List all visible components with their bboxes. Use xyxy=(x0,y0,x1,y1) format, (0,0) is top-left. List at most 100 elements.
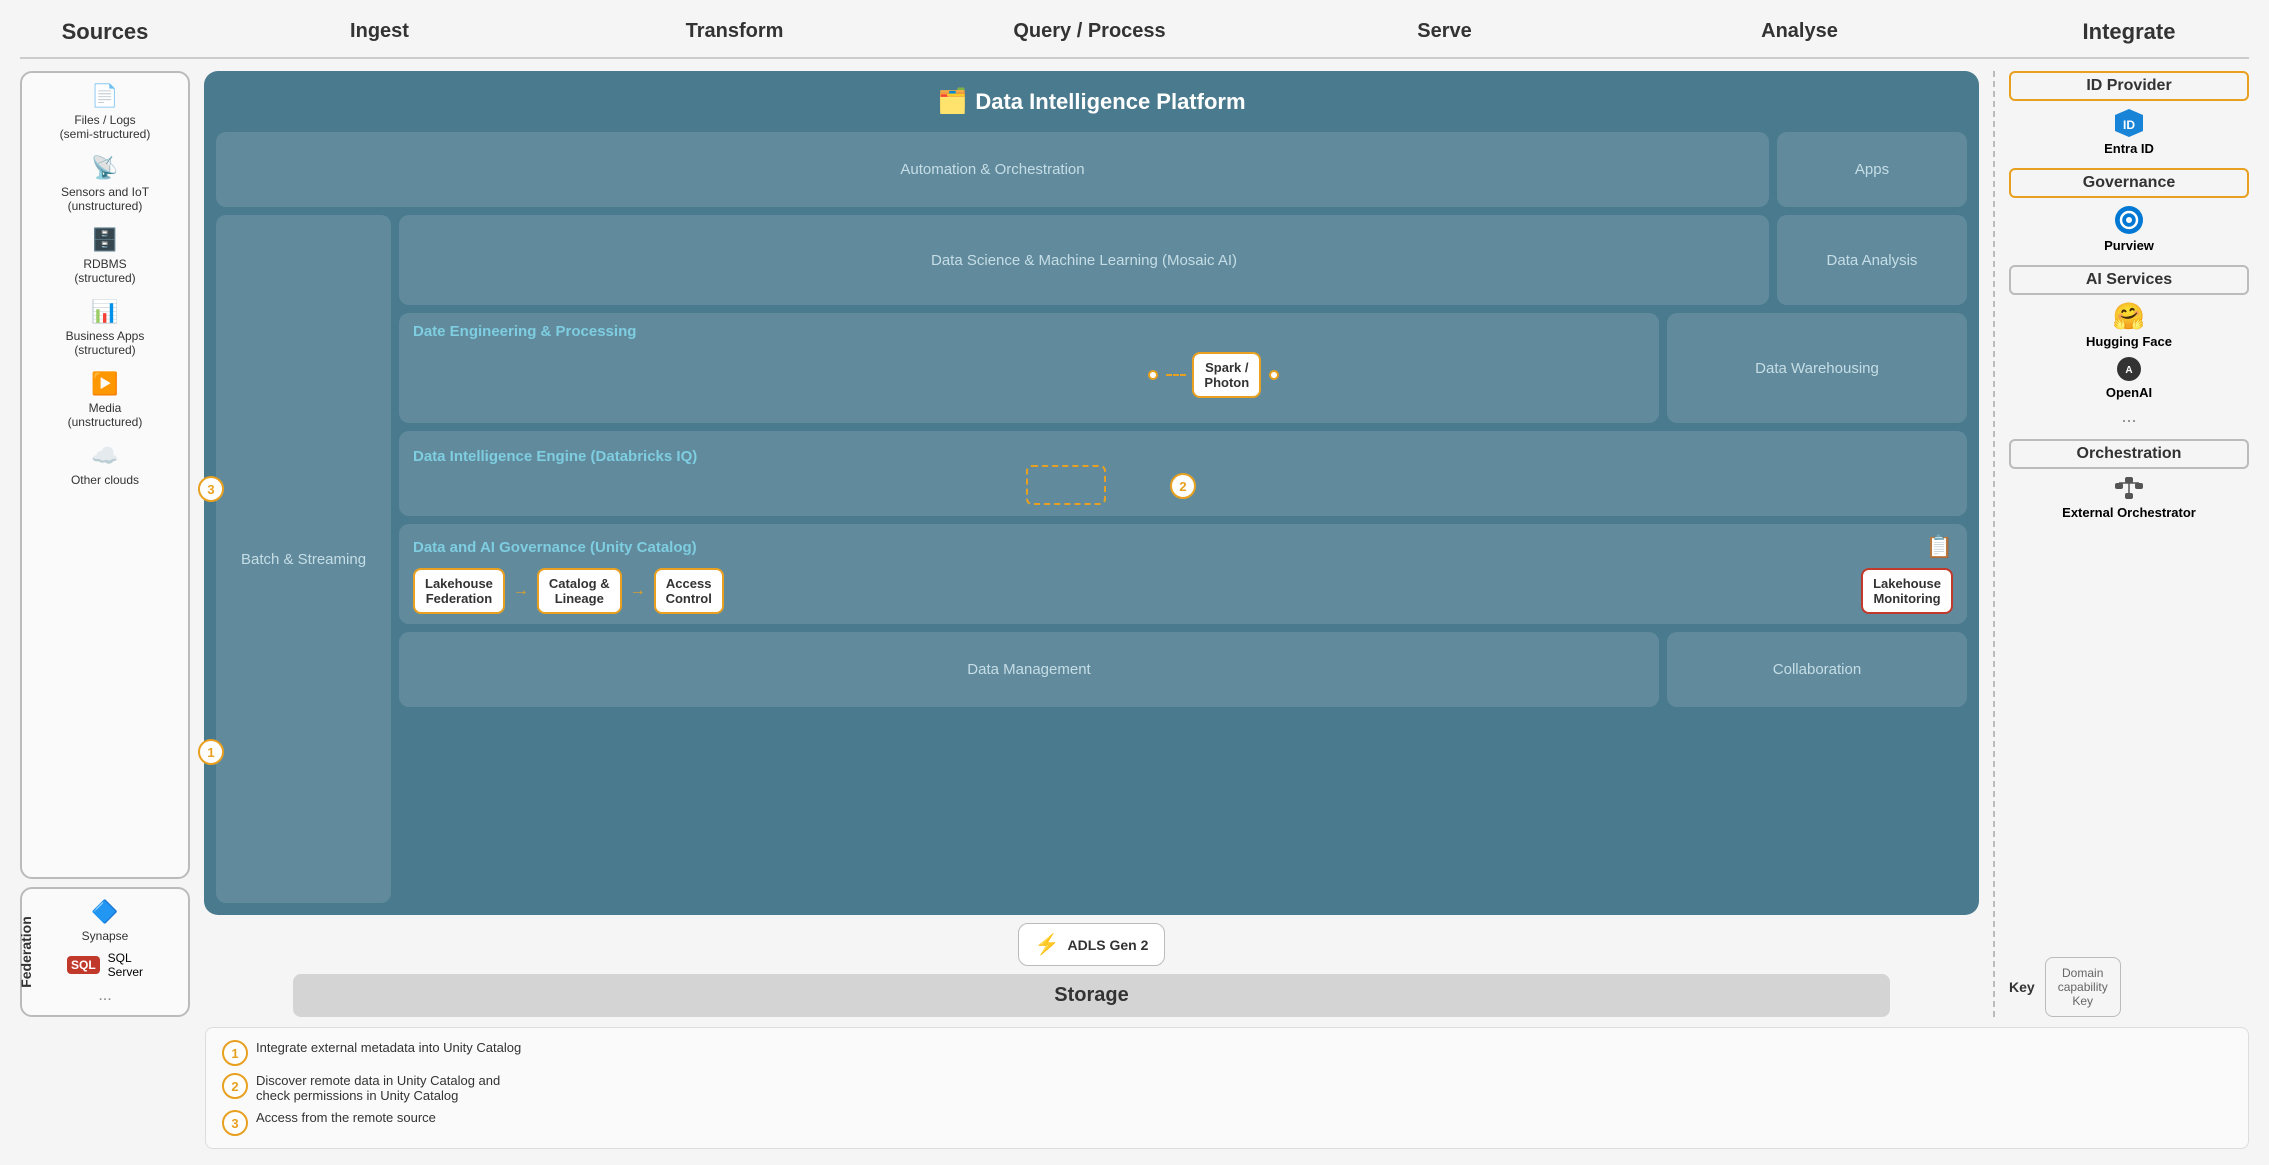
query-header: Query / Process xyxy=(912,16,1267,47)
gov-arrow-1: → xyxy=(513,582,529,600)
synapse-item: 🔷 Synapse xyxy=(82,899,129,943)
legend-item-2: 2 Discover remote data in Unity Catalog … xyxy=(222,1073,2232,1103)
purview-item: Purview xyxy=(2104,204,2154,253)
lakehouse-federation-tag: Lakehouse Federation xyxy=(413,568,505,614)
id-provider-group: ID Provider ID Entra ID xyxy=(2009,71,2249,156)
governance-outer-cell: Data and AI Governance (Unity Catalog) 📋… xyxy=(399,524,1967,624)
conn-dot-right xyxy=(1269,370,1279,380)
access-control-tag: Access Control xyxy=(654,568,724,614)
governance-icon: 📋 xyxy=(1926,534,1953,560)
platform-teal-box: 🗂️ Data Intelligence Platform Automation… xyxy=(204,71,1979,915)
row-data-mgmt: Data Management Collaboration xyxy=(399,632,1967,707)
spark-row: Spark / Photon xyxy=(1146,352,1281,398)
integrate-panel: ID Provider ID Entra ID Governance xyxy=(2009,71,2249,1017)
governance-integrate-label: Governance xyxy=(2009,168,2249,198)
number-1-badge: 1 xyxy=(198,739,224,765)
synapse-icon: 🔷 xyxy=(91,899,118,925)
business-apps-icon: 📊 xyxy=(91,299,118,325)
conn-dot-left xyxy=(1148,370,1158,380)
orchestration-label: Orchestration xyxy=(2009,439,2249,469)
svg-text:ID: ID xyxy=(2123,118,2135,132)
legend-num-3: 3 xyxy=(222,1110,248,1136)
data-warehousing-cell: Data Warehousing xyxy=(1667,313,1967,423)
legend-num-1: 1 xyxy=(222,1040,248,1066)
hugging-face-icon: 🤗 xyxy=(2113,301,2145,332)
automation-cell: Automation & Orchestration xyxy=(216,132,1769,207)
id-provider-label: ID Provider xyxy=(2009,71,2249,101)
source-sensors-iot: 📡 Sensors and IoT(unstructured) xyxy=(61,155,149,213)
data-management-cell: Data Management xyxy=(399,632,1659,707)
orchestration-group: Orchestration External Orchestrator xyxy=(2009,439,2249,520)
platform-icon: 🗂️ xyxy=(937,87,967,116)
adls-icon: ⚡ xyxy=(1035,932,1060,957)
legend-box: 1 Integrate external metadata into Unity… xyxy=(205,1027,2249,1149)
lakehouse-monitoring-tag: Lakehouse Monitoring xyxy=(1861,568,1953,614)
etl-sources-box: ETL 📄 Files / Logs(semi-structured) 📡 Se… xyxy=(20,71,190,879)
source-business-apps: 📊 Business Apps(structured) xyxy=(66,299,145,357)
number-3-badge: 3 xyxy=(198,476,224,502)
row-governance: Data and AI Governance (Unity Catalog) 📋… xyxy=(399,524,1967,624)
entra-id-item: ID Entra ID xyxy=(2104,107,2154,156)
source-files-logs: 📄 Files / Logs(semi-structured) xyxy=(60,83,151,141)
main-headers: Ingest Transform Query / Process Serve A… xyxy=(190,16,1989,47)
storage-bar: Storage xyxy=(293,974,1891,1017)
source-media: ▶️ Media(unstructured) xyxy=(68,371,143,429)
engine-cell: Data Intelligence Engine (Databricks IQ)… xyxy=(399,431,1967,516)
openai-item: A OpenAI xyxy=(2106,355,2152,400)
entra-id-icon: ID xyxy=(2113,107,2145,139)
serve-header: Serve xyxy=(1267,16,1622,47)
federation-dots: ... xyxy=(98,987,111,1005)
ingest-header: Ingest xyxy=(202,16,557,47)
external-orchestrator-item: External Orchestrator xyxy=(2062,475,2196,520)
ai-services-label: AI Services xyxy=(2009,265,2249,295)
gov-title-row: Data and AI Governance (Unity Catalog) 📋 xyxy=(413,534,1953,560)
platform-grid: Batch & Streaming 3 1 xyxy=(216,215,1967,903)
row-engineering: Date Engineering & Processing Spark / Ph… xyxy=(399,313,1967,423)
platform-panel: 🗂️ Data Intelligence Platform Automation… xyxy=(204,71,1979,1017)
ingest-left-col: Batch & Streaming 3 1 xyxy=(216,215,391,903)
rdbms-icon: 🗄️ xyxy=(91,227,118,253)
spark-photon-box: Spark / Photon xyxy=(1192,352,1261,398)
federation-box: Federation 🔷 Synapse SQL SQLServer ... xyxy=(20,887,190,1017)
cloud-icon: ☁️ xyxy=(91,443,118,469)
analyse-header: Analyse xyxy=(1622,16,1977,47)
collaboration-cell: Collaboration xyxy=(1667,632,1967,707)
storage-section: ⚡ ADLS Gen 2 Storage xyxy=(204,923,1979,1017)
domain-capability-key: Domain capability Key xyxy=(2045,957,2121,1017)
legend-item-1: 1 Integrate external metadata into Unity… xyxy=(222,1040,2232,1066)
key-section: Key Domain capability Key xyxy=(2009,957,2249,1017)
federation-label: Federation xyxy=(20,916,34,988)
transform-header: Transform xyxy=(557,16,912,47)
header-row: Sources Ingest Transform Query / Process… xyxy=(20,16,2249,59)
media-icon: ▶️ xyxy=(91,371,118,397)
ai-services-dots: ... xyxy=(2121,406,2136,427)
ds-ml-cell: Data Science & Machine Learning (Mosaic … xyxy=(399,215,1769,305)
date-engineering-cell: Date Engineering & Processing Spark / Ph… xyxy=(399,313,1659,423)
legend-item-3: 3 Access from the remote source xyxy=(222,1110,2232,1136)
hugging-face-item: 🤗 Hugging Face xyxy=(2086,301,2172,349)
sql-server-item: SQL SQLServer xyxy=(67,951,143,979)
source-other-clouds: ☁️ Other clouds xyxy=(71,443,139,487)
openai-icon: A xyxy=(2115,355,2143,383)
catalog-lineage-tag: Catalog & Lineage xyxy=(537,568,622,614)
legend-num-2: 2 xyxy=(222,1073,248,1099)
platform-title: Data Intelligence Platform xyxy=(975,89,1245,115)
apps-cell: Apps xyxy=(1777,132,1967,207)
source-rdbms: 🗄️ RDBMS(structured) xyxy=(74,227,135,285)
row-ds-ml: Data Science & Machine Learning (Mosaic … xyxy=(399,215,1967,305)
governance-boxes-row: Lakehouse Federation → Catalog & Lineage… xyxy=(413,568,1953,614)
batch-streaming-cell: Batch & Streaming 3 1 xyxy=(216,215,391,903)
orchestrator-icon xyxy=(2113,475,2145,503)
row-automation: Automation & Orchestration Apps xyxy=(216,132,1967,207)
sql-icon: SQL xyxy=(67,956,100,974)
platform-right: Data Science & Machine Learning (Mosaic … xyxy=(399,215,1967,903)
engine-dashed-box xyxy=(1026,465,1106,505)
dashed-h-line xyxy=(1166,374,1186,376)
sensors-icon: 📡 xyxy=(91,155,118,181)
platform-title-row: 🗂️ Data Intelligence Platform xyxy=(216,83,1967,124)
files-icon: 📄 xyxy=(91,83,118,109)
integrate-header-top: Integrate xyxy=(2009,19,2249,45)
number-2-badge: 2 xyxy=(1170,473,1196,499)
purview-icon xyxy=(2113,204,2145,236)
bottom-legend-row: 1 Integrate external metadata into Unity… xyxy=(20,1027,2249,1149)
